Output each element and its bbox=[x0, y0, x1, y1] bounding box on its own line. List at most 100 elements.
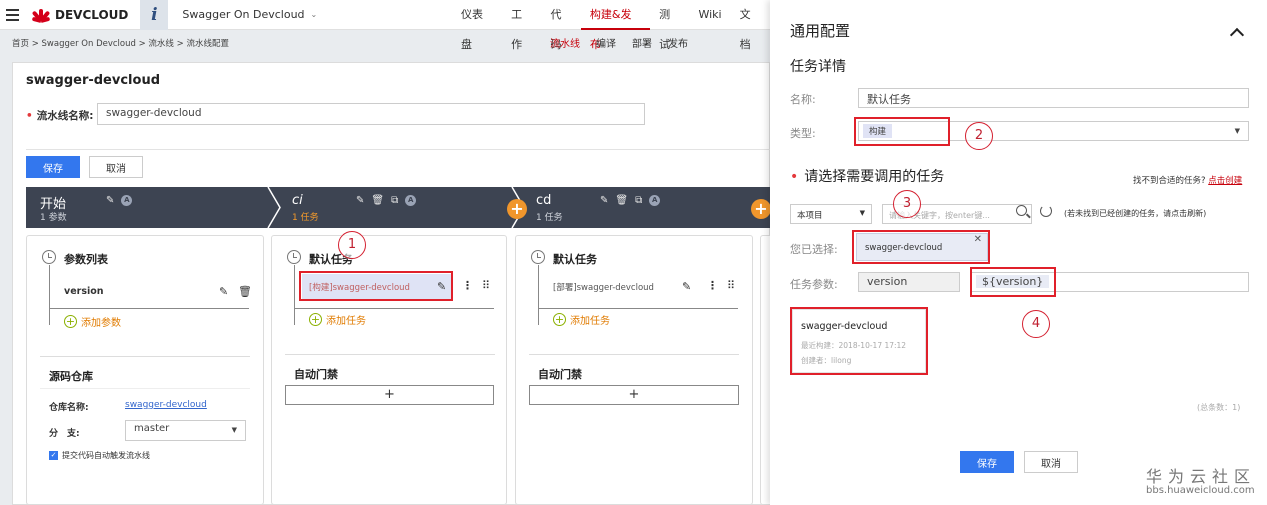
auto-trigger-checkbox[interactable]: ✓ 提交代码自动触发流水线 bbox=[49, 450, 150, 461]
repo-title: 源码仓库 bbox=[49, 370, 93, 383]
more-icon[interactable]: ⋮ bbox=[462, 279, 473, 292]
project-selector[interactable]: Swagger On Devcloud ⌄ bbox=[182, 8, 317, 21]
add-task-button[interactable]: + 添加任务 bbox=[553, 312, 610, 327]
stage-name: ci bbox=[292, 193, 303, 208]
edit-icon[interactable]: ✎ bbox=[682, 280, 691, 293]
highlight-box bbox=[970, 267, 1056, 297]
callout-marker: 2 bbox=[965, 122, 993, 150]
divider bbox=[285, 354, 495, 355]
add-gate-button[interactable]: + bbox=[285, 385, 494, 405]
params-label: 任务参数: bbox=[790, 278, 838, 291]
page-title: swagger-devcloud bbox=[26, 73, 161, 88]
param-item[interactable]: version bbox=[64, 286, 104, 297]
connector-line bbox=[538, 308, 738, 309]
stage-bar: 开始 1 参数 ✎ A ci 1 任务 ✎ 🗑 ⧉ A cd 1 任务 ✎ 🗑 … bbox=[26, 187, 770, 228]
copy-icon[interactable]: ⧉ bbox=[635, 195, 642, 206]
search-icon[interactable] bbox=[1016, 205, 1027, 216]
panel-cancel-button[interactable]: 取消 bbox=[1024, 451, 1078, 473]
highlight-box bbox=[790, 307, 928, 375]
callout-marker: 1 bbox=[338, 231, 366, 259]
tab-compile[interactable]: 编译 bbox=[596, 35, 616, 50]
caret-down-icon: ▼ bbox=[859, 209, 865, 217]
tab-release[interactable]: 发布 bbox=[668, 35, 688, 50]
add-stage-icon[interactable]: + bbox=[751, 199, 771, 219]
callout-marker: 4 bbox=[1022, 310, 1050, 338]
copy-icon[interactable]: ⧉ bbox=[391, 195, 398, 206]
stage-column-cd: 默认任务 [部署]swagger-devcloud ✎ ⋮ ⠿ + 添加任务 自动… bbox=[515, 235, 753, 505]
pipeline-name-label: • 流水线名称: bbox=[26, 110, 94, 122]
edit-icon[interactable]: ✎ bbox=[356, 195, 364, 206]
create-link[interactable]: 点击创建 bbox=[1208, 176, 1242, 186]
nav-test[interactable]: 测试 bbox=[650, 0, 689, 51]
edit-icon[interactable]: ✎ bbox=[106, 195, 114, 206]
stage-count: 1 任务 bbox=[292, 213, 319, 223]
connector-line bbox=[49, 265, 50, 325]
not-found-line: 找不到合适的任务? 点击创建 bbox=[1133, 176, 1243, 186]
gate-title: 自动门禁 bbox=[294, 368, 338, 381]
delete-icon[interactable]: 🗑 bbox=[371, 195, 384, 206]
edit-icon[interactable]: ✎ bbox=[600, 195, 608, 206]
gate-title: 自动门禁 bbox=[538, 368, 582, 381]
stage-start[interactable]: 开始 1 参数 ✎ A bbox=[26, 187, 270, 228]
clock-icon bbox=[287, 250, 301, 264]
repo-name-link[interactable]: swagger-devcloud bbox=[125, 400, 207, 410]
more-icon[interactable]: ⋮ bbox=[707, 279, 718, 292]
delete-icon[interactable]: 🗑 bbox=[615, 195, 628, 206]
drag-handle-icon[interactable]: ⠿ bbox=[727, 279, 735, 292]
repo-name-label: 仓库名称: bbox=[49, 403, 89, 413]
nav-dashboard[interactable]: 仪表盘 bbox=[452, 0, 502, 51]
add-param-button[interactable]: + 添加参数 bbox=[64, 314, 121, 329]
branch-select[interactable]: master ▼ bbox=[125, 420, 246, 441]
task-item-deploy[interactable]: [部署]swagger-devcloud bbox=[553, 281, 654, 293]
divider bbox=[40, 356, 250, 357]
brand-logo[interactable]: DEVCLOUD bbox=[31, 7, 129, 23]
add-stage-icon[interactable]: + bbox=[507, 199, 527, 219]
connector-line bbox=[538, 265, 539, 325]
stage-count: 1 任务 bbox=[536, 213, 563, 223]
stage-cd[interactable]: cd 1 任务 ✎ 🗑 ⧉ A bbox=[522, 187, 752, 228]
top-navbar: DEVCLOUD i Swagger On Devcloud ⌄ 仪表盘 工作 … bbox=[0, 0, 770, 51]
nav-build-release[interactable]: 构建&发布 bbox=[580, 0, 651, 51]
tab-pipeline[interactable]: 流水线 bbox=[550, 35, 580, 50]
caret-down-icon: ▼ bbox=[1234, 127, 1240, 135]
select-task-title: • 请选择需要调用的任务 bbox=[790, 169, 945, 185]
breadcrumb[interactable]: 首页 > Swagger On Devcloud > 流水线 > 流水线配置 bbox=[12, 37, 229, 49]
tab-deploy[interactable]: 部署 bbox=[632, 35, 652, 50]
task-name-field[interactable]: 默认任务 bbox=[858, 88, 1249, 108]
brand-name: DEVCLOUD bbox=[55, 7, 129, 22]
add-gate-button[interactable]: + bbox=[529, 385, 739, 405]
name-label: 名称: bbox=[790, 93, 816, 106]
type-label: 类型: bbox=[790, 127, 816, 140]
highlight-box bbox=[854, 117, 950, 146]
clock-icon bbox=[531, 250, 545, 264]
nav-wiki[interactable]: Wiki bbox=[689, 0, 730, 30]
project-name: Swagger On Devcloud bbox=[182, 8, 305, 21]
chevron-down-icon: ⌄ bbox=[310, 10, 318, 19]
pipeline-name-field[interactable]: swagger-devcloud bbox=[97, 103, 645, 125]
nav-code[interactable]: 代码 bbox=[542, 0, 581, 51]
connector-line bbox=[294, 308, 494, 309]
nav-work[interactable]: 工作 bbox=[502, 0, 541, 51]
plus-icon: + bbox=[309, 313, 322, 326]
menu-icon[interactable] bbox=[0, 0, 24, 30]
branch-label: 分 支: bbox=[49, 429, 80, 439]
add-task-button[interactable]: + 添加任务 bbox=[309, 312, 366, 327]
refresh-hint: (若未找到已经创建的任务，请点击刷新) bbox=[1064, 209, 1207, 218]
refresh-icon[interactable] bbox=[1040, 205, 1052, 217]
collapse-icon[interactable] bbox=[1229, 27, 1245, 43]
scope-select[interactable]: 本项目 ▼ bbox=[790, 204, 872, 224]
stage-ci[interactable]: ci 1 任务 ✎ 🗑 ⧉ A bbox=[278, 187, 508, 228]
panel-save-button[interactable]: 保存 bbox=[960, 451, 1014, 473]
cancel-button[interactable]: 取消 bbox=[89, 156, 143, 178]
save-button[interactable]: 保存 bbox=[26, 156, 80, 178]
divider bbox=[40, 388, 250, 389]
job-title: 默认任务 bbox=[553, 253, 597, 266]
nav-docs[interactable]: 文档 bbox=[731, 0, 770, 51]
huawei-logo-icon bbox=[31, 8, 51, 23]
project-switch-icon[interactable]: i bbox=[140, 0, 169, 30]
delete-icon[interactable]: 🗑 bbox=[238, 285, 252, 298]
sub-nav: 流水线 编译 部署 发布 bbox=[550, 35, 688, 50]
edit-icon[interactable]: ✎ bbox=[219, 285, 228, 298]
connector-line bbox=[49, 308, 249, 309]
drag-handle-icon[interactable]: ⠿ bbox=[482, 279, 490, 292]
